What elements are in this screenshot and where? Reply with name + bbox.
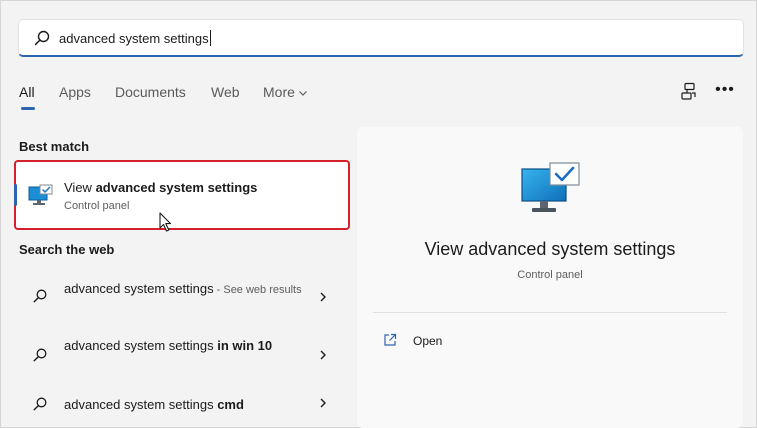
tab-documents[interactable]: Documents (115, 84, 186, 100)
tab-more-label: More (263, 84, 295, 100)
search-icon (33, 397, 47, 411)
search-input[interactable]: advanced system settings (59, 30, 211, 46)
more-options-icon[interactable]: ••• (715, 82, 735, 98)
monitor-check-icon (521, 162, 580, 212)
detail-subtitle: Control panel (517, 269, 583, 281)
web-results-heading: Search the web (19, 242, 115, 257)
tab-all[interactable]: All (19, 84, 35, 100)
share-devices-icon[interactable] (680, 82, 698, 102)
detail-panel: View advanced system settings Control pa… (357, 127, 743, 428)
search-box[interactable]: advanced system settings (18, 19, 744, 57)
mouse-pointer-icon (159, 212, 172, 232)
web-result-text: advanced system settings in win 10 (64, 338, 273, 353)
open-external-icon (384, 333, 397, 346)
tab-apps[interactable]: Apps (59, 84, 91, 100)
best-match-title: View advanced system settings (64, 180, 258, 195)
tab-web[interactable]: Web (211, 84, 240, 100)
active-tab-indicator (21, 107, 35, 110)
best-match-item[interactable]: View advanced system settings Control pa… (14, 160, 350, 230)
search-icon (33, 348, 47, 362)
best-match-subtitle: Control panel (64, 200, 130, 212)
open-action[interactable]: Open (383, 333, 503, 351)
monitor-check-icon (28, 184, 53, 205)
chevron-right-icon[interactable] (318, 397, 328, 409)
text-caret (209, 30, 211, 46)
chevron-right-icon[interactable] (318, 291, 328, 303)
search-icon (33, 289, 47, 303)
open-label: Open (413, 334, 443, 348)
chevron-down-icon (298, 91, 307, 96)
web-result-item[interactable]: advanced system settings - See web resul… (14, 276, 350, 322)
tab-more[interactable]: More (263, 84, 308, 100)
divider (373, 312, 727, 313)
chevron-right-icon[interactable] (318, 349, 328, 361)
selection-indicator (14, 184, 17, 206)
web-result-item[interactable]: advanced system settings in win 10 (14, 336, 350, 378)
web-result-text: advanced system settings - See web resul… (64, 281, 302, 296)
search-icon (34, 30, 50, 46)
web-result-item[interactable]: advanced system settings cmd (14, 394, 350, 418)
detail-title: View advanced system settings (424, 239, 676, 259)
web-result-text: advanced system settings cmd (64, 397, 244, 412)
best-match-heading: Best match (19, 139, 90, 154)
